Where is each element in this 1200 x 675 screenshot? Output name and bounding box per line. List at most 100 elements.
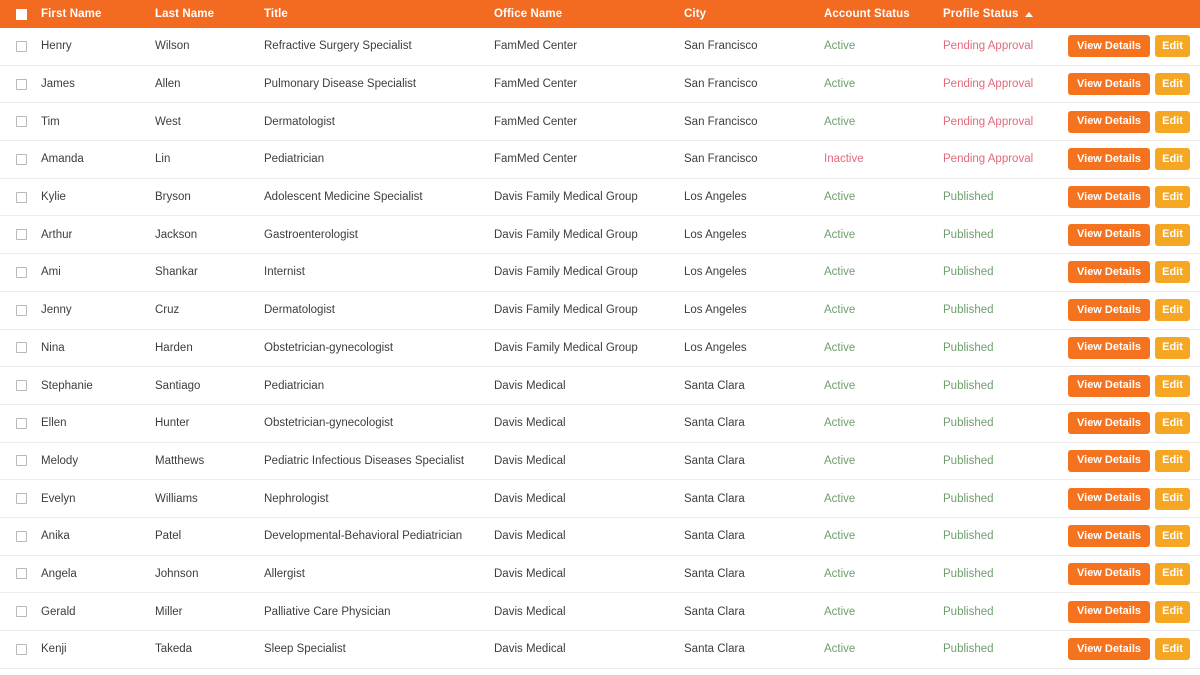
row-select-cell[interactable] [0,116,41,128]
table-row[interactable]: Arthur Jackson Gastroenterologist Davis Fam… [0,216,1200,255]
table-row[interactable]: Evelyn Williams Nephrologist Davis Medical S… [0,480,1200,518]
select-all-checkbox-icon[interactable] [16,8,27,20]
view-details-button[interactable]: View Details [1068,73,1150,96]
table-row[interactable]: James Allen Pulmonary Disease Specialist Fa… [0,65,1200,104]
row-checkbox-icon[interactable] [16,568,27,580]
row-select-cell[interactable] [0,606,41,618]
row-checkbox-icon[interactable] [16,530,27,542]
view-details-button[interactable]: View Details [1068,600,1150,623]
row-select-cell[interactable] [0,455,41,467]
row-checkbox-icon[interactable] [16,304,27,316]
edit-button[interactable]: Edit [1155,525,1190,548]
view-details-button[interactable]: View Details [1068,336,1150,359]
edit-button[interactable]: Edit [1155,600,1190,623]
row-select-cell[interactable] [0,304,41,316]
row-select-cell[interactable] [0,417,41,429]
column-header-profile-status[interactable]: Profile Status [943,8,1068,20]
row-select-cell[interactable] [0,643,41,655]
row-select-cell[interactable] [0,568,41,580]
view-details-button[interactable]: View Details [1068,374,1150,397]
edit-button[interactable]: Edit [1155,412,1190,435]
view-details-button[interactable]: View Details [1068,638,1150,661]
row-select-cell[interactable] [0,191,41,203]
table-row[interactable]: Ami Shankar Internist Davis Family Medical … [0,254,1200,292]
cell-office-name-text: FamMed Center [494,78,578,91]
column-header-account-status[interactable]: Account Status [824,8,943,20]
view-details-button[interactable]: View Details [1068,186,1150,209]
edit-button[interactable]: Edit [1155,110,1190,133]
row-checkbox-icon[interactable] [16,493,27,505]
row-checkbox-icon[interactable] [16,417,27,429]
row-select-cell[interactable] [0,229,41,241]
view-details-button[interactable]: View Details [1068,449,1150,472]
row-checkbox-icon[interactable] [16,455,27,467]
row-select-cell[interactable] [0,342,41,354]
row-checkbox-icon[interactable] [16,342,27,354]
row-checkbox-icon[interactable] [16,116,27,128]
edit-button[interactable]: Edit [1155,186,1190,209]
sort-ascending-icon[interactable] [1024,11,1033,17]
view-details-button[interactable]: View Details [1068,261,1150,284]
column-header-title[interactable]: Title [264,8,494,20]
row-select-cell[interactable] [0,530,41,542]
table-row[interactable]: Nina Harden Obstetrician-gynecologist Davis… [0,329,1200,368]
row-select-cell[interactable] [0,153,41,165]
view-details-button[interactable]: View Details [1068,487,1150,510]
table-row[interactable]: Ellen Hunter Obstetrician-gynecologist Davi… [0,404,1200,443]
edit-button[interactable]: Edit [1155,487,1190,510]
row-select-cell[interactable] [0,493,41,505]
view-details-button[interactable]: View Details [1068,35,1150,58]
edit-button[interactable]: Edit [1155,148,1190,171]
row-select-cell[interactable] [0,78,41,90]
edit-button[interactable]: Edit [1155,223,1190,246]
edit-button[interactable]: Edit [1155,299,1190,322]
edit-button[interactable]: Edit [1155,261,1190,284]
edit-button[interactable]: Edit [1155,449,1190,472]
row-select-cell[interactable] [0,40,41,52]
row-select-cell[interactable] [0,380,41,392]
table-row[interactable]: Stephanie Santiago Pediatrician Davis Medic… [0,367,1200,405]
table-row[interactable]: Gerald Miller Palliative Care Physician Dav… [0,593,1200,631]
table-row[interactable]: Kylie Bryson Adolescent Medicine Specialis… [0,178,1200,217]
row-select-cell[interactable] [0,266,41,278]
cell-first-name: Melody [41,455,155,467]
select-all-cell[interactable] [0,8,41,20]
row-checkbox-icon[interactable] [16,643,27,655]
table-row[interactable]: Jenny Cruz Dermatologist Davis Family Medic… [0,291,1200,330]
cell-first-name: Evelyn [41,493,155,505]
table-row[interactable]: Melody Matthews Pediatric Infectious Disea… [0,442,1200,481]
table-row[interactable]: Amanda Lin Pediatrician FamMed Center San Fr… [0,141,1200,179]
column-header-first-name[interactable]: First Name [41,8,155,20]
view-details-button[interactable]: View Details [1068,525,1150,548]
row-checkbox-icon[interactable] [16,380,27,392]
row-checkbox-icon[interactable] [16,40,27,52]
table-row[interactable]: Kenji Takeda Sleep Specialist Davis Medical… [0,631,1200,669]
edit-button[interactable]: Edit [1155,73,1190,96]
row-checkbox-icon[interactable] [16,153,27,165]
row-checkbox-icon[interactable] [16,606,27,618]
column-header-last-name[interactable]: Last Name [155,8,264,20]
row-checkbox-icon[interactable] [16,266,27,278]
status-badge-account: Active [824,417,943,429]
view-details-button[interactable]: View Details [1068,299,1150,322]
edit-button[interactable]: Edit [1155,638,1190,661]
view-details-button[interactable]: View Details [1068,110,1150,133]
table-row[interactable]: Tim West Dermatologist FamMed Center San Fra… [0,103,1200,142]
edit-button[interactable]: Edit [1155,336,1190,359]
row-checkbox-icon[interactable] [16,191,27,203]
view-details-button[interactable]: View Details [1068,412,1150,435]
edit-button[interactable]: Edit [1155,374,1190,397]
view-details-button[interactable]: View Details [1068,223,1150,246]
table-row[interactable]: Angela Johnson Allergist Davis Medical Santa… [0,555,1200,594]
column-header-office-name[interactable]: Office Name [494,8,684,20]
edit-button[interactable]: Edit [1155,35,1190,58]
view-details-button[interactable]: View Details [1068,562,1150,585]
view-details-button[interactable]: View Details [1068,148,1150,171]
edit-button[interactable]: Edit [1155,562,1190,585]
row-checkbox-icon[interactable] [16,229,27,241]
cell-city-text: San Francisco [684,115,758,128]
column-header-city[interactable]: City [684,8,824,20]
table-row[interactable]: Henry Wilson Refractive Surgery Specialist… [0,28,1200,66]
table-row[interactable]: Anika Patel Developmental-Behavioral Pedia… [0,517,1200,556]
row-checkbox-icon[interactable] [16,78,27,90]
